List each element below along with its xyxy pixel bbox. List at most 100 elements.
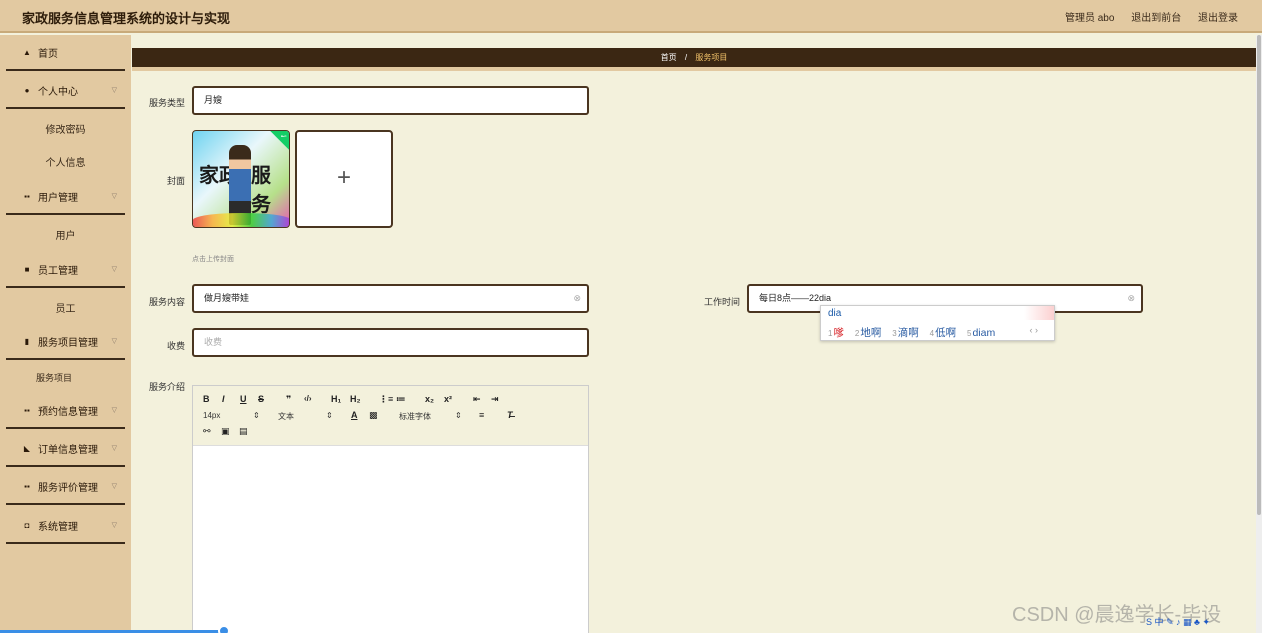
heading2-icon[interactable]: H₂ [350,394,361,404]
superscript-icon[interactable]: x² [444,394,452,404]
ime-candidate[interactable]: 1嗲 [828,327,844,339]
indent-right-icon[interactable]: ⇥ [491,394,499,405]
cover-image-text-right: 服务 [251,163,271,216]
sidebar-item-review-mgmt[interactable]: ▪▪ 服务评价管理 ▽ [6,469,125,505]
sidebar-item-label: 个人中心 [38,86,78,98]
worktime-label: 工作时间 [703,297,740,307]
sidebar-item-personal[interactable]: ● 个人中心 ▽ [6,73,125,109]
plus-icon: + [336,164,351,191]
ime-status-bar[interactable]: S 中 ✎ ♪ ▦ ♣ ✦ [1146,615,1262,633]
sidebar-item-staff-mgmt[interactable]: ■ 员工管理 ▽ [6,252,125,288]
service-type-input[interactable]: 月嫂 [192,86,589,115]
ordered-list-icon[interactable]: ⋮≡ [379,394,393,405]
ime-candidate[interactable]: 3滴啊 [892,327,918,339]
sidebar-sub-personal-info[interactable]: 个人信息 [0,146,131,176]
page-scrollbar[interactable] [1256,35,1262,633]
bullet-list-icon[interactable]: ≔ [396,394,406,405]
chevron-down-icon: ▽ [111,338,117,345]
ime-candidate[interactable]: 2地啊 [855,327,881,339]
underline-icon[interactable]: U [240,394,247,404]
sidebar-item-user-mgmt[interactable]: ▪▪ 用户管理 ▽ [6,179,125,215]
font-color-icon[interactable]: A [351,410,358,420]
service-type-label: 服务类型 [148,98,185,108]
bar-chart-icon: ▮ [24,336,30,346]
chevron-right-icon[interactable]: ‹ › [1030,325,1039,335]
chevron-down-icon: ▽ [111,87,117,94]
to-front-link[interactable]: 退出到前台 [1131,13,1181,24]
sidebar-sub-staff[interactable]: 员工 [0,292,131,322]
sidebar-item-label: 员工管理 [38,265,78,277]
sidebar-item-label: 服务项目管理 [38,337,98,349]
ime-candidate[interactable]: 4低啊 [930,327,956,339]
italic-icon[interactable]: I [222,394,225,404]
image-icon[interactable]: ▣ [221,426,230,437]
breadcrumb: 首页 / 服务项目 [132,48,1256,71]
sidebar-item-label: 服务评价管理 [38,482,98,494]
top-header: 家政服务信息管理系统的设计与实现 管理员 abo 退出到前台 退出登录 [0,0,1262,33]
upload-add-button[interactable]: + [295,130,393,228]
chevron-updown-icon: ⇕ [455,411,462,420]
current-user: 管理员 abo [1064,13,1115,24]
sidebar-item-order-mgmt[interactable]: ◣ 订单信息管理 ▽ [6,431,125,467]
clear-icon[interactable]: ⊗ [1127,286,1135,311]
heading1-icon[interactable]: H₁ [331,394,341,404]
link-icon[interactable]: ⚯ [203,426,211,437]
strike-icon[interactable]: S [258,394,264,404]
grid-icon: ▪▪ [24,405,30,415]
text-style-select[interactable]: 文本 [278,411,294,422]
sidebar-item-label: 预约信息管理 [38,406,98,418]
chevron-updown-icon: ⇕ [326,411,333,420]
chevron-down-icon: ▽ [111,266,117,273]
content-value: 做月嫂带娃 [204,293,250,303]
intro-label: 服务介绍 [148,382,185,392]
font-size-select[interactable]: 14px [203,411,220,420]
worktime-value: 每日8点——22dia [759,293,832,303]
grid-icon: ▪▪ [24,481,30,491]
ime-candidate[interactable]: 5diam [967,327,995,339]
ime-candidate-popup: dia 1嗲 2地啊 3滴啊 4低啊 5diam ‹ › [820,305,1055,341]
breadcrumb-separator: / [684,53,688,62]
grid-icon: ▪▪ [24,191,30,201]
sidebar-item-service-mgmt[interactable]: ▮ 服务项目管理 ▽ [6,324,125,360]
subscript-icon[interactable]: x₂ [425,394,434,404]
sidebar-sub-change-password[interactable]: 修改密码 [0,113,131,143]
clear-format-icon[interactable]: T̶ [507,410,513,420]
scrollbar-thumb[interactable] [1257,35,1261,515]
bg-color-icon[interactable]: ▩ [369,410,378,421]
align-icon[interactable]: ≡ [479,410,484,420]
content-input[interactable]: 做月嫂带娃 ⊗ [192,284,589,313]
sidebar-item-system-mgmt[interactable]: ◘ 系统管理 ▽ [6,508,125,544]
progress-handle[interactable] [218,625,230,633]
ime-typed-text: dia [828,308,842,319]
bold-icon[interactable]: B [203,394,210,404]
quote-icon[interactable]: ❞ [286,394,291,405]
indent-left-icon[interactable]: ⇤ [473,394,481,405]
sidebar-item-home[interactable]: ▲ 首页 [6,35,125,71]
chevron-down-icon: ▽ [111,522,117,529]
chevron-down-icon: ▽ [111,483,117,490]
editor-body[interactable] [193,446,588,633]
rich-text-editor[interactable]: B I U S ❞ ‹/› H₁ H₂ ⋮≡ ≔ x₂ x² ⇤ ⇥ 14px … [192,385,589,633]
code-icon[interactable]: ‹/› [304,394,312,403]
sidebar-sub-service-item[interactable]: 服务项目 [0,362,131,392]
chevron-down-icon: ▽ [111,193,117,200]
check-icon: ✓ [269,131,289,151]
chevron-updown-icon: ⇕ [253,411,260,420]
staff-icon: ■ [24,264,30,274]
video-icon[interactable]: ▤ [239,426,248,437]
sidebar-item-label: 系统管理 [38,521,78,533]
sidebar-item-booking-mgmt[interactable]: ▪▪ 预约信息管理 ▽ [6,393,125,429]
font-family-select[interactable]: 标准字体 [399,411,431,422]
content-label: 服务内容 [148,297,185,307]
sidebar-sub-user[interactable]: 用户 [0,219,131,249]
logout-link[interactable]: 退出登录 [1198,13,1238,24]
chevron-down-icon: ▽ [111,407,117,414]
fee-label: 收费 [166,341,185,351]
thumb-icon: ◣ [23,443,31,453]
cover-image[interactable]: 家政 服务 ✓ [192,130,290,228]
fee-input[interactable]: 收费 [192,328,589,357]
home-icon: ▲ [23,47,31,57]
clear-icon[interactable]: ⊗ [573,286,581,311]
breadcrumb-home[interactable]: 首页 [661,53,677,62]
editor-toolbar: B I U S ❞ ‹/› H₁ H₂ ⋮≡ ≔ x₂ x² ⇤ ⇥ 14px … [193,386,588,446]
